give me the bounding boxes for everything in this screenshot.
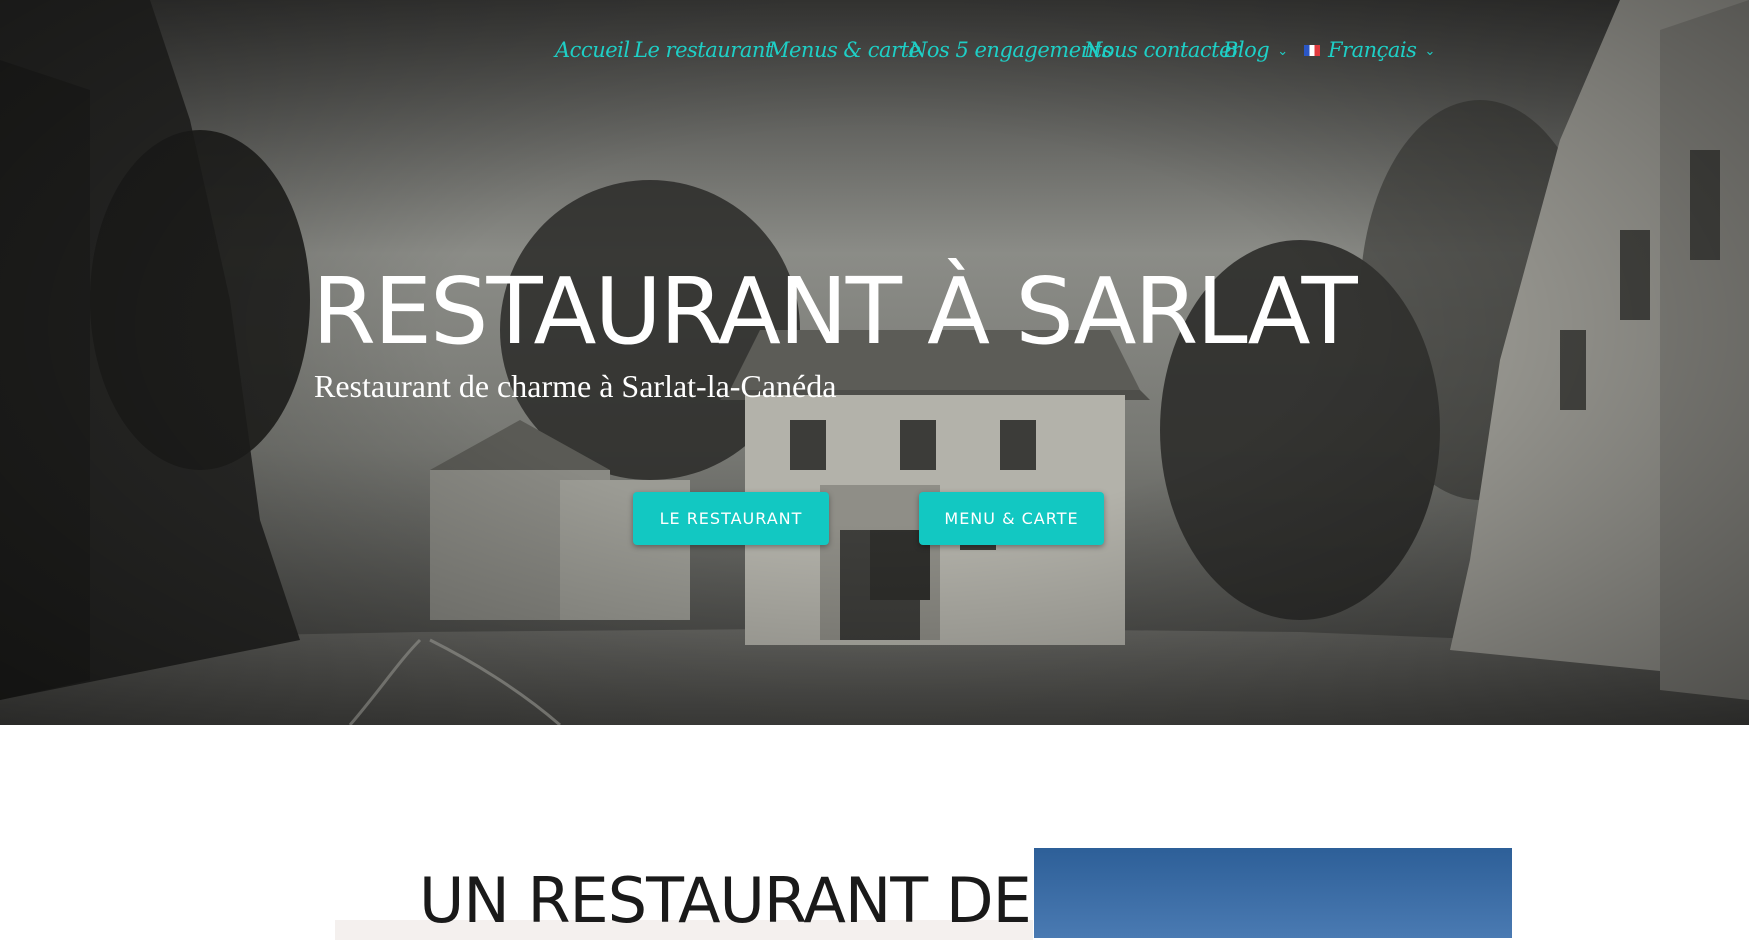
nav-label: Nos 5 engagements bbox=[909, 38, 1112, 62]
nav-item-contact[interactable]: Nous contacter bbox=[1084, 30, 1241, 70]
nav-item-engagements[interactable]: Nos 5 engagements bbox=[909, 30, 1112, 70]
le-restaurant-button[interactable]: LE RESTAURANT bbox=[633, 492, 829, 545]
chevron-down-icon: ⌄ bbox=[1277, 44, 1288, 59]
nav-item-language[interactable]: Français ⌄ bbox=[1304, 30, 1435, 70]
nav-label: Accueil bbox=[555, 38, 630, 62]
hero-subtitle: Restaurant de charme à Sarlat-la-Canéda bbox=[314, 368, 837, 404]
hero-title: RESTAURANT À SARLAT bbox=[312, 258, 1358, 365]
nav-item-blog[interactable]: Blog ⌄ bbox=[1223, 30, 1288, 70]
menu-carte-button[interactable]: MENU & CARTE bbox=[919, 492, 1104, 545]
nav-item-le-restaurant[interactable]: Le restaurant bbox=[634, 30, 773, 70]
nav-label: Menus & carte bbox=[768, 38, 921, 62]
nav-label: Blog bbox=[1223, 38, 1270, 62]
nav-label: Nous contacter bbox=[1084, 38, 1241, 62]
nav-item-accueil[interactable]: Accueil bbox=[555, 30, 630, 70]
nav-label: Français bbox=[1328, 38, 1417, 62]
main-navigation: Accueil Le restaurant Menus & carte Nos … bbox=[0, 30, 1749, 70]
hero-banner: Accueil Le restaurant Menus & carte Nos … bbox=[0, 0, 1749, 725]
section-image bbox=[1034, 848, 1512, 938]
nav-label: Le restaurant bbox=[634, 38, 773, 62]
chevron-down-icon: ⌄ bbox=[1424, 44, 1435, 59]
nav-item-menus-carte[interactable]: Menus & carte bbox=[768, 30, 921, 70]
french-flag-icon bbox=[1304, 45, 1320, 56]
section-title: UN RESTAURANT DE bbox=[419, 864, 1032, 937]
